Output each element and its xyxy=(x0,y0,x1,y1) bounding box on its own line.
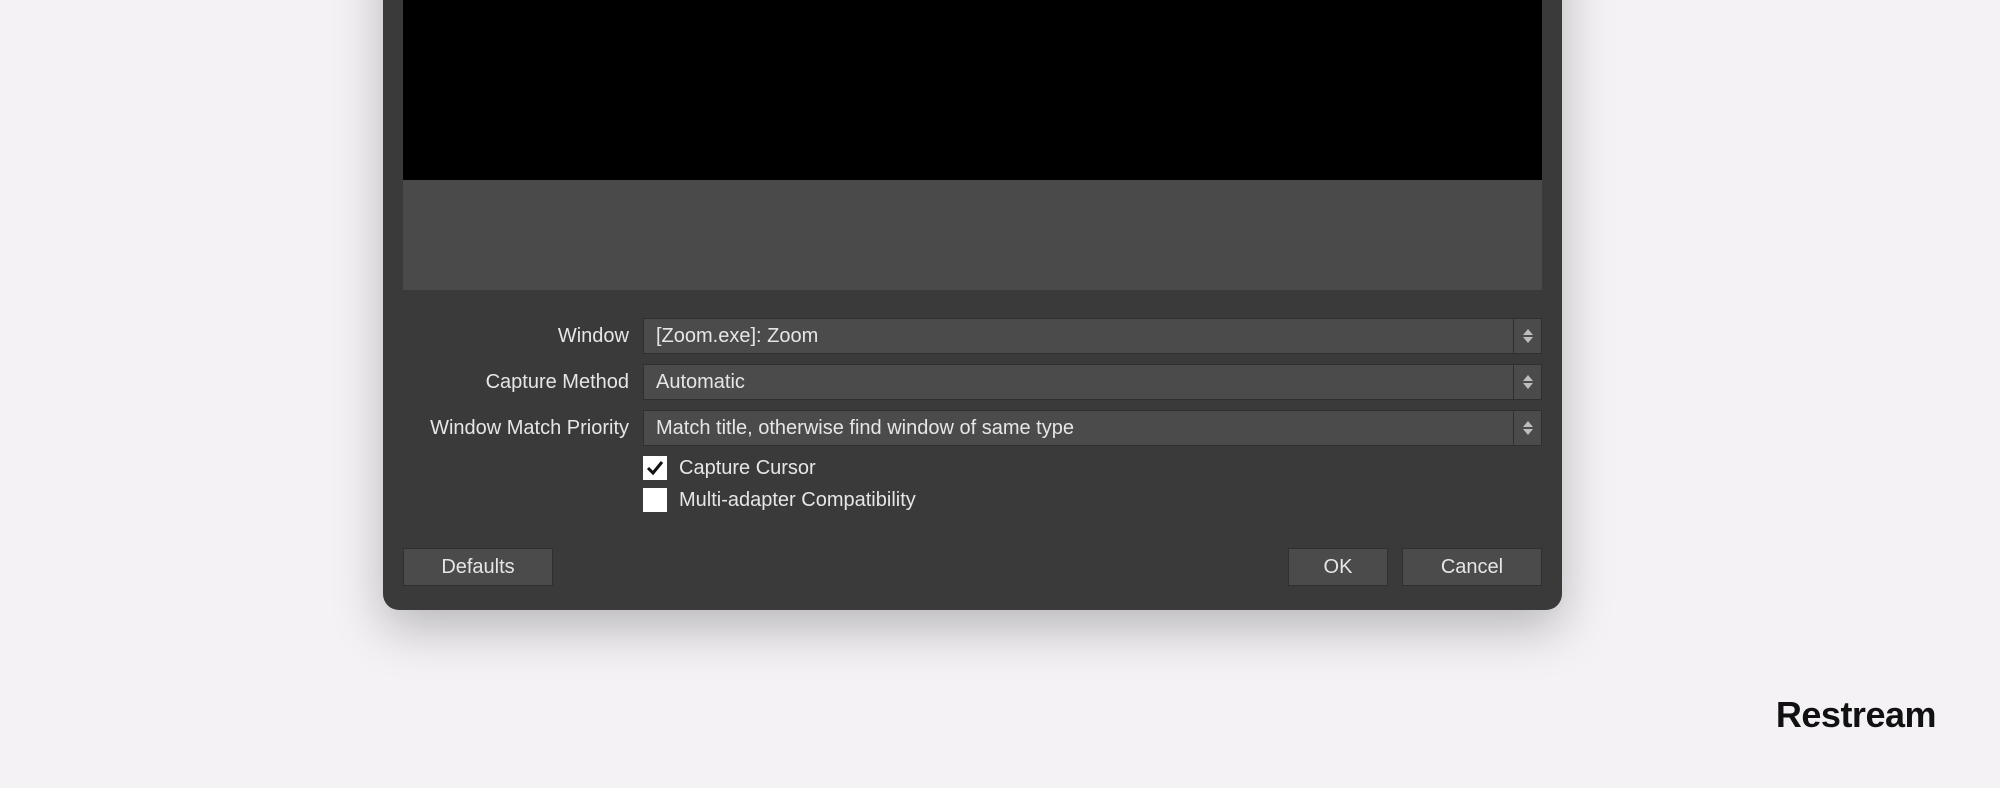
multi-adapter-checkbox[interactable] xyxy=(643,488,667,512)
updown-icon xyxy=(1513,365,1541,399)
multi-adapter-row: Multi-adapter Compatibility xyxy=(643,488,1542,512)
window-label: Window xyxy=(403,325,643,348)
capture-method-select[interactable]: Automatic xyxy=(643,364,1542,400)
updown-icon xyxy=(1513,411,1541,445)
capture-method-select-value: Automatic xyxy=(656,371,745,394)
capture-method-label: Capture Method xyxy=(403,371,643,394)
capture-form: Window [Zoom.exe]: Zoom Capture Method A… xyxy=(403,318,1542,512)
window-match-priority-row: Window Match Priority Match title, other… xyxy=(403,410,1542,446)
window-capture-dialog: Window [Zoom.exe]: Zoom Capture Method A… xyxy=(383,0,1562,610)
capture-method-row: Capture Method Automatic xyxy=(403,364,1542,400)
window-match-priority-select-value: Match title, otherwise find window of sa… xyxy=(656,417,1074,440)
defaults-button[interactable]: Defaults xyxy=(403,548,553,586)
capture-cursor-label: Capture Cursor xyxy=(679,457,816,480)
restream-watermark: Restream xyxy=(1776,694,1936,736)
window-row: Window [Zoom.exe]: Zoom xyxy=(403,318,1542,354)
capture-cursor-row: Capture Cursor xyxy=(643,456,1542,480)
multi-adapter-label: Multi-adapter Compatibility xyxy=(679,489,916,512)
check-icon xyxy=(646,459,664,477)
ok-button[interactable]: OK xyxy=(1288,548,1388,586)
window-select[interactable]: [Zoom.exe]: Zoom xyxy=(643,318,1542,354)
cancel-button[interactable]: Cancel xyxy=(1402,548,1542,586)
capture-cursor-checkbox[interactable] xyxy=(643,456,667,480)
window-select-value: [Zoom.exe]: Zoom xyxy=(656,325,818,348)
preview-area xyxy=(403,0,1542,180)
updown-icon xyxy=(1513,319,1541,353)
window-match-priority-label: Window Match Priority xyxy=(403,417,643,440)
preview-strip xyxy=(403,180,1542,290)
window-match-priority-select[interactable]: Match title, otherwise find window of sa… xyxy=(643,410,1542,446)
dialog-button-bar: Defaults OK Cancel xyxy=(403,548,1542,586)
